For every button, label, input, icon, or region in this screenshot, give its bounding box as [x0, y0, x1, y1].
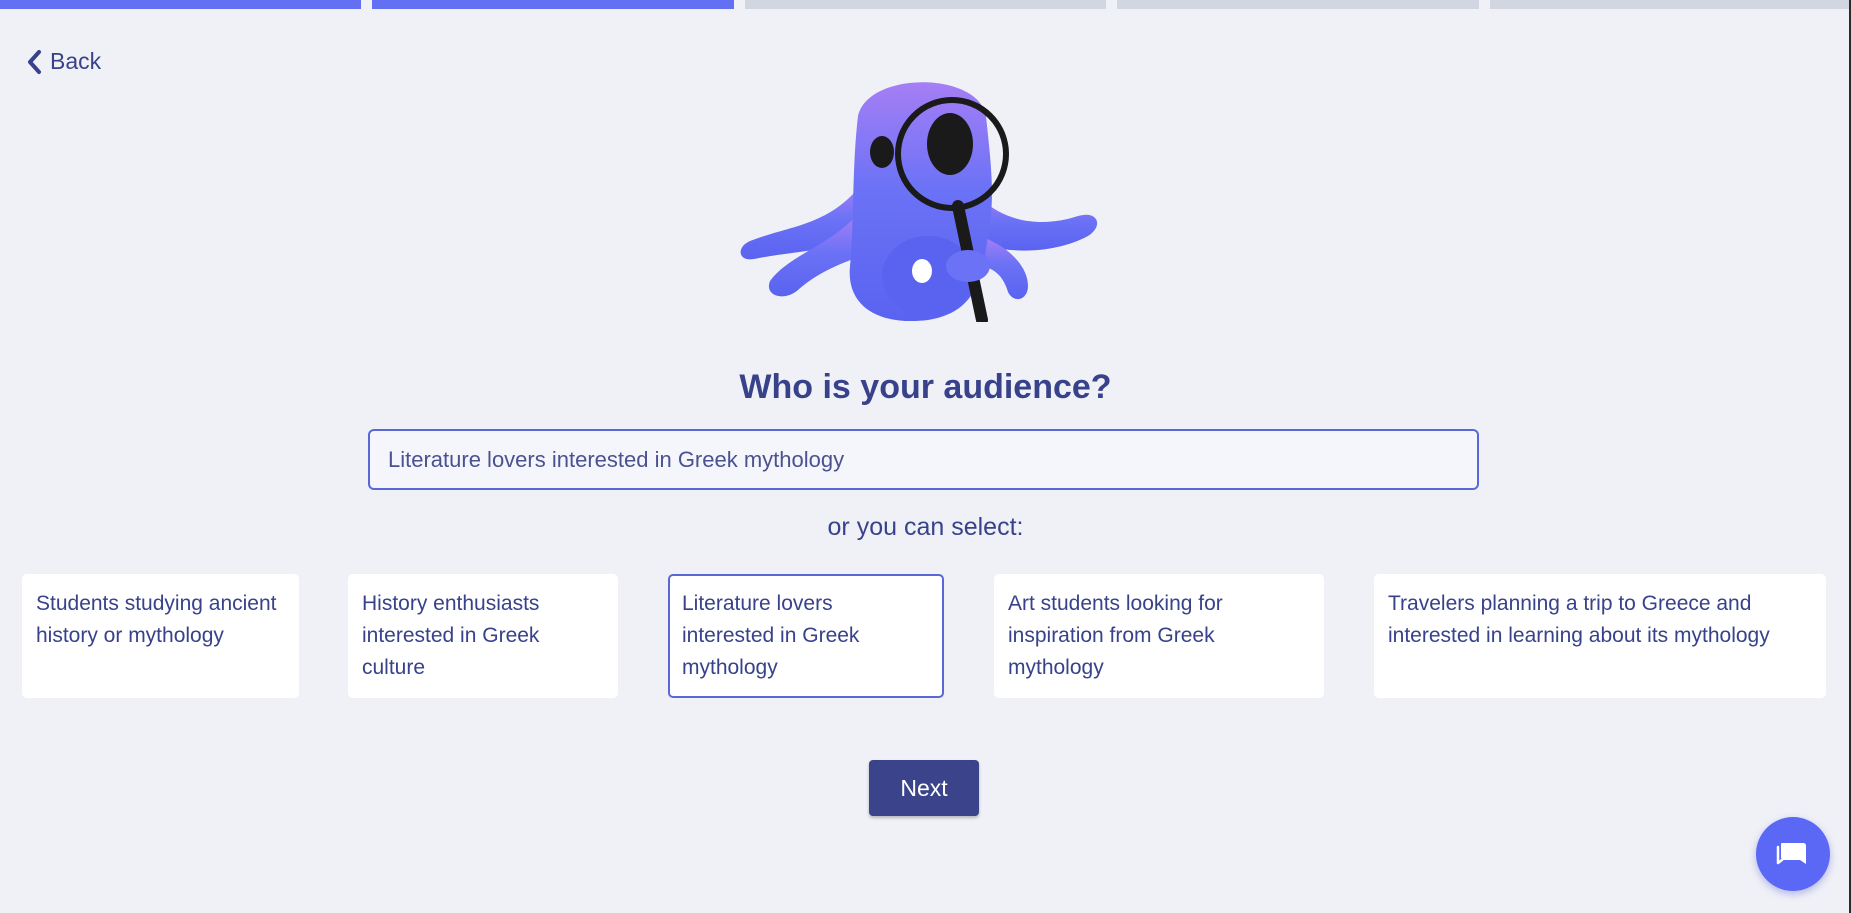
- option-label: Art students looking for inspiration fro…: [1008, 592, 1223, 679]
- option-card-1[interactable]: Students studying ancient history or myt…: [22, 574, 299, 698]
- chat-bubble-icon: [1776, 843, 1806, 865]
- progress-step-4: [1117, 0, 1479, 9]
- chevron-left-icon: [28, 49, 41, 74]
- audience-input[interactable]: [370, 431, 1477, 488]
- option-card-2[interactable]: History enthusiasts interested in Greek …: [348, 574, 618, 698]
- chat-button[interactable]: [1756, 817, 1830, 891]
- progress-step-2: [372, 0, 734, 9]
- back-label: Back: [50, 48, 102, 74]
- octopus-magnifier-illustration: [740, 82, 1098, 322]
- progress-bar: [0, 0, 1851, 9]
- option-label: Students studying ancient history or myt…: [36, 592, 277, 647]
- progress-step-5: [1489, 0, 1851, 9]
- back-button[interactable]: Back: [26, 48, 101, 75]
- audience-options: Students studying ancient history or myt…: [0, 574, 1851, 698]
- option-label: Travelers planning a trip to Greece and …: [1388, 592, 1770, 647]
- option-card-5[interactable]: Travelers planning a trip to Greece and …: [1374, 574, 1826, 698]
- option-label: History enthusiasts interested in Greek …: [362, 592, 540, 679]
- progress-step-3: [744, 0, 1107, 9]
- next-button[interactable]: Next: [869, 760, 979, 816]
- option-card-3[interactable]: Literature lovers interested in Greek my…: [668, 574, 944, 698]
- option-card-4[interactable]: Art students looking for inspiration fro…: [994, 574, 1324, 698]
- page-title: Who is your audience?: [739, 368, 1112, 406]
- select-prompt: or you can select:: [827, 513, 1024, 541]
- audience-input-wrapper: [368, 429, 1479, 490]
- progress-step-1: [0, 0, 362, 9]
- option-label: Literature lovers interested in Greek my…: [682, 592, 860, 679]
